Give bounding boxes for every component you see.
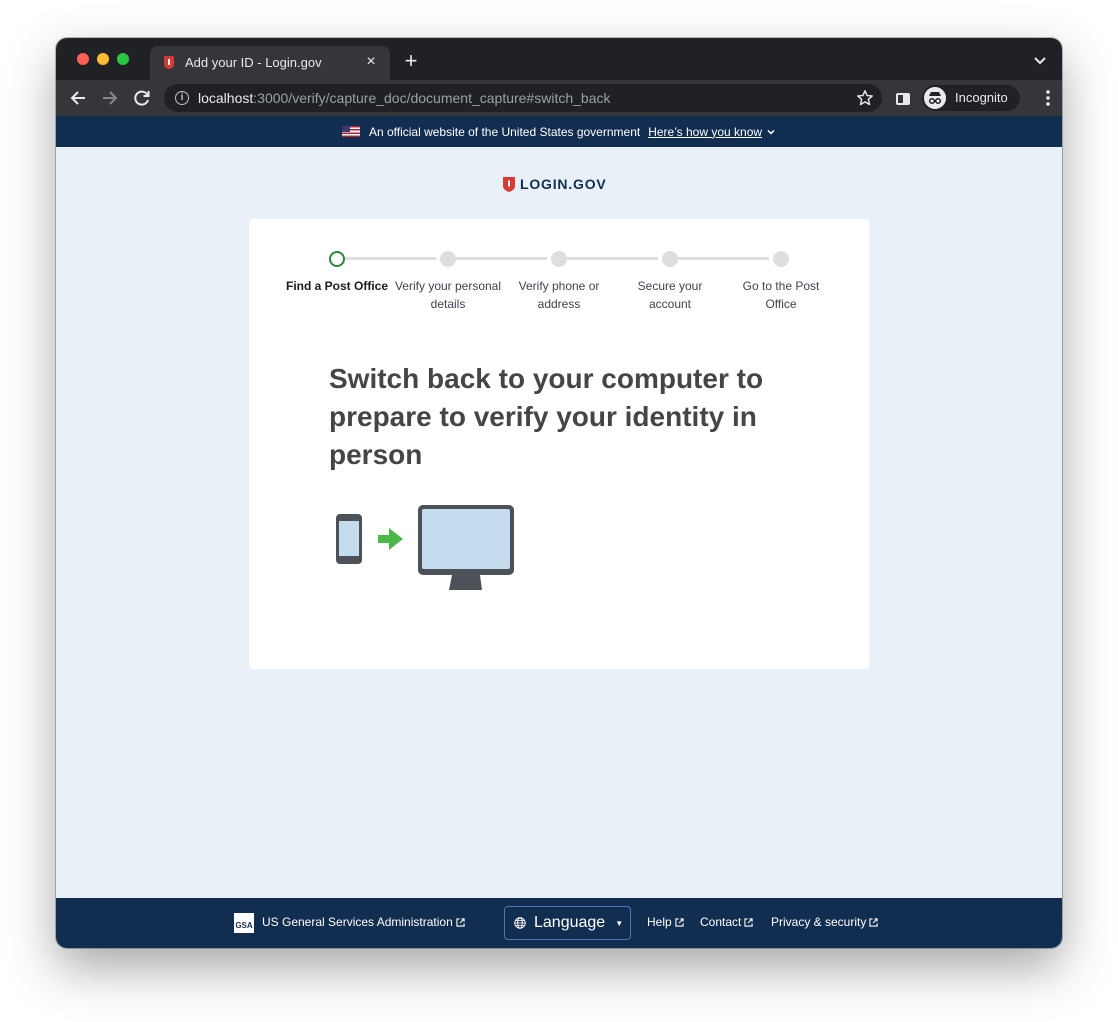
gsa-logo-icon[interactable]: GSA bbox=[234, 913, 254, 933]
page-heading: Switch back to your computer to prepare … bbox=[329, 363, 764, 470]
step-marker bbox=[440, 251, 456, 267]
browser-tab[interactable]: Add your ID - Login.gov × bbox=[150, 46, 390, 80]
step-label-verify-phone-or-address: Verify phone or address bbox=[518, 279, 600, 311]
privacy-link-label: Privacy & security bbox=[771, 915, 867, 929]
language-dropdown-button[interactable]: Language ▼ bbox=[504, 906, 631, 940]
heres-how-you-know-link[interactable]: Here’s how you know bbox=[648, 125, 762, 139]
gov-banner-text: An official website of the United States… bbox=[368, 124, 641, 139]
bookmark-star-icon[interactable] bbox=[856, 89, 874, 107]
us-flag-icon bbox=[341, 126, 360, 137]
reload-icon[interactable] bbox=[132, 88, 152, 108]
page-content: LOGIN.GOV Find a Post Office Verify your… bbox=[56, 147, 1062, 898]
step-indicator: Find a Post Office Verify your personal … bbox=[249, 219, 869, 319]
site-footer: GSA US General Services Administration L… bbox=[56, 898, 1062, 948]
gsa-link[interactable]: US General Services Administration bbox=[262, 915, 465, 929]
step-marker bbox=[773, 251, 789, 267]
incognito-icon bbox=[924, 87, 946, 109]
tab-title: Add your ID - Login.gov bbox=[185, 55, 322, 70]
step-marker-current bbox=[329, 251, 345, 267]
desktop-monitor-icon bbox=[418, 505, 514, 590]
step-marker bbox=[551, 251, 567, 267]
title-bar: Add your ID - Login.gov × + bbox=[56, 38, 1062, 80]
tab-close-icon[interactable]: × bbox=[362, 53, 380, 71]
site-info-icon[interactable]: i bbox=[175, 91, 189, 105]
language-label: Language bbox=[534, 914, 606, 931]
green-arrow-icon bbox=[378, 528, 403, 550]
step-connector bbox=[567, 257, 658, 260]
help-link[interactable]: Help bbox=[647, 915, 684, 929]
step-connector bbox=[678, 257, 769, 260]
contact-link-label: Contact bbox=[700, 915, 742, 929]
close-window-button[interactable] bbox=[77, 53, 89, 65]
tab-search-chevron-icon[interactable] bbox=[1032, 52, 1048, 68]
step-label-go-to-post-office: Go to the Post Office bbox=[742, 279, 820, 311]
step-label-secure-account: Secure your account bbox=[637, 279, 703, 311]
browser-toolbar: i localhost:3000/verify/capture_doc/docu… bbox=[56, 80, 1062, 116]
external-link-icon bbox=[456, 917, 465, 927]
url-host: localhost bbox=[198, 90, 254, 106]
external-link-icon bbox=[744, 917, 753, 927]
gsa-link-label: US General Services Administration bbox=[262, 915, 453, 929]
url-path: :3000/verify/capture_doc/document_captur… bbox=[253, 90, 611, 106]
step-connector bbox=[345, 257, 436, 260]
step-label-verify-personal-details: Verify your personal details bbox=[394, 279, 502, 311]
official-gov-banner: An official website of the United States… bbox=[56, 116, 1062, 147]
new-tab-icon[interactable]: + bbox=[400, 50, 422, 72]
login-gov-favicon-icon bbox=[164, 56, 174, 69]
external-link-icon bbox=[869, 917, 878, 927]
chevron-down-icon[interactable] bbox=[766, 127, 776, 137]
privacy-security-link[interactable]: Privacy & security bbox=[771, 915, 878, 929]
logo-text: LOGIN.GOV bbox=[520, 176, 607, 192]
url-text[interactable]: localhost:3000/verify/capture_doc/docume… bbox=[198, 90, 610, 106]
incognito-label: Incognito bbox=[955, 90, 1008, 105]
maximize-window-button[interactable] bbox=[117, 53, 129, 65]
minimize-window-button[interactable] bbox=[97, 53, 109, 65]
help-link-label: Help bbox=[647, 915, 672, 929]
caret-down-icon: ▼ bbox=[615, 918, 624, 928]
external-link-icon bbox=[675, 917, 684, 927]
shield-icon bbox=[503, 176, 515, 192]
side-panel-icon[interactable] bbox=[896, 93, 910, 105]
address-bar[interactable]: i localhost:3000/verify/capture_doc/docu… bbox=[164, 84, 882, 112]
incognito-profile-button[interactable]: Incognito bbox=[922, 85, 1020, 111]
mobile-phone-icon bbox=[336, 514, 362, 564]
forward-arrow-icon[interactable] bbox=[100, 88, 120, 108]
step-connector bbox=[456, 257, 547, 260]
back-arrow-icon[interactable] bbox=[68, 88, 88, 108]
step-label-find-post-office: Find a Post Office bbox=[285, 279, 388, 293]
login-gov-logo[interactable]: LOGIN.GOV bbox=[503, 176, 607, 192]
browser-window: Add your ID - Login.gov × + i localhost:… bbox=[56, 38, 1062, 948]
more-menu-icon[interactable] bbox=[1046, 90, 1050, 106]
globe-icon bbox=[514, 917, 526, 929]
content-card: Find a Post Office Verify your personal … bbox=[249, 219, 869, 669]
phone-to-computer-illustration bbox=[336, 505, 514, 590]
contact-link[interactable]: Contact bbox=[700, 915, 753, 929]
step-marker bbox=[662, 251, 678, 267]
